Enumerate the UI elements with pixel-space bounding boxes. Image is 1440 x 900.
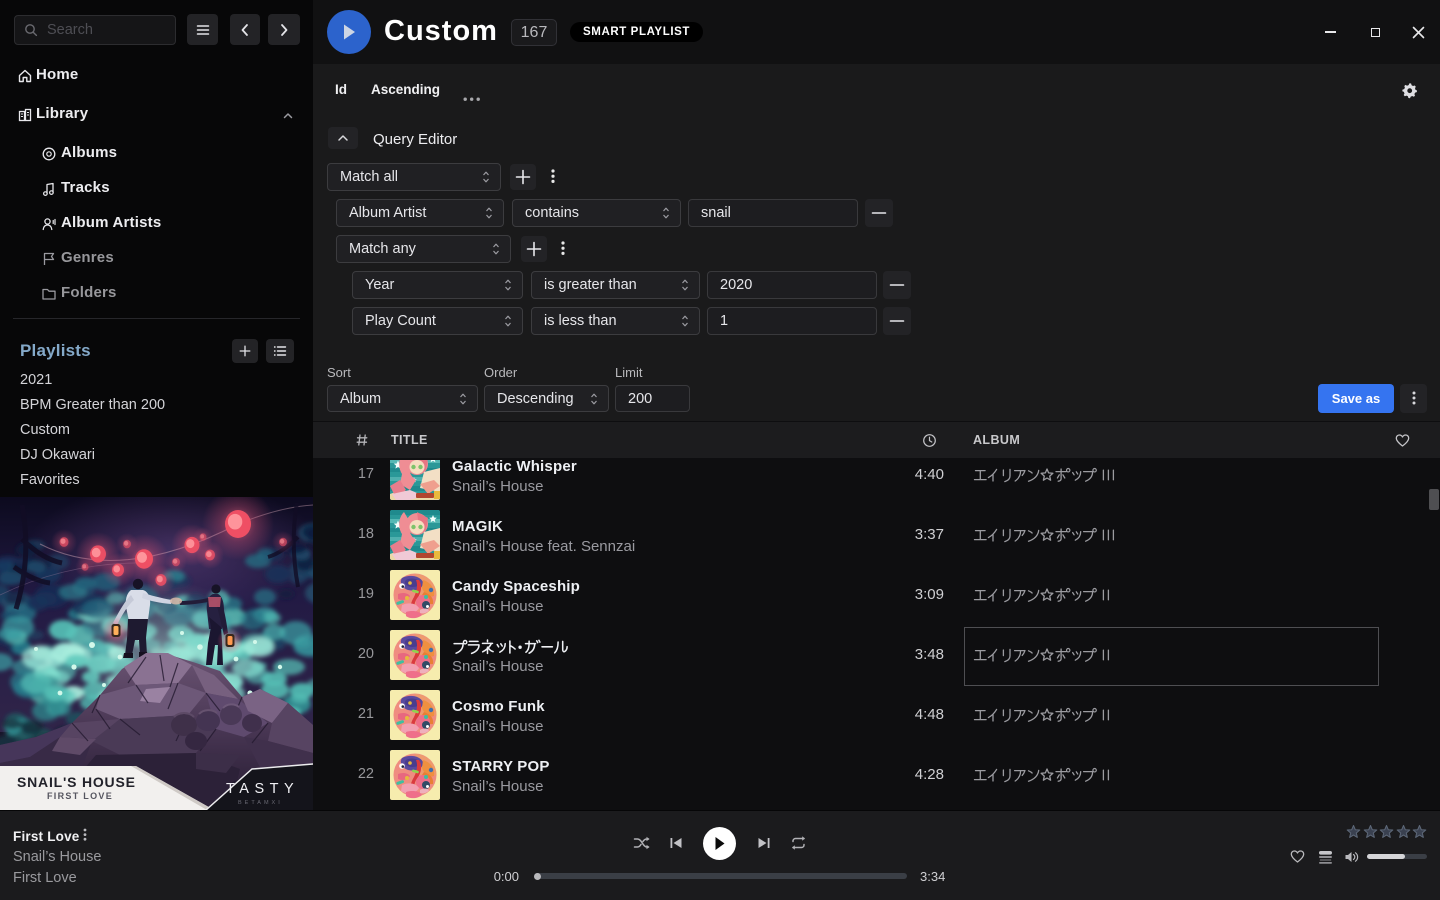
svg-text:BETAMXI: BETAMXI	[238, 800, 283, 806]
svg-text:SNAIL'S HOUSE: SNAIL'S HOUSE	[17, 774, 136, 790]
svg-text:TASTY: TASTY	[226, 781, 299, 797]
svg-text:FIRST LOVE: FIRST LOVE	[47, 791, 113, 801]
